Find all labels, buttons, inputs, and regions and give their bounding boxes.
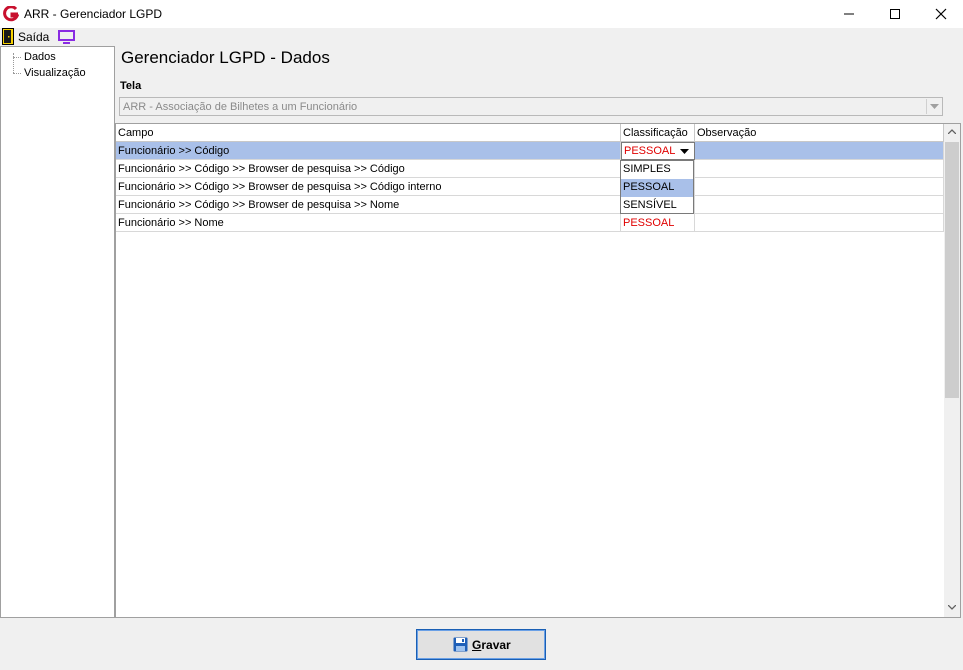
title-bar: ARR - Gerenciador LGPD [0,0,963,28]
save-button-label: Gravar [472,638,511,652]
cell-campo[interactable]: Funcionário >> Código >> Browser de pesq… [116,178,621,196]
save-button-label-rest: ravar [481,638,511,652]
page-title: Gerenciador LGPD - Dados [121,48,330,67]
tree-item-visualizacao[interactable]: Visualização [24,67,86,79]
fields-grid: Campo Classificação Observação Funcionár… [115,123,961,618]
tree-connector [13,73,21,74]
dropdown-option-pessoal[interactable]: PESSOAL [621,179,693,197]
classificacao-dropdown-button[interactable] [676,144,693,159]
tree-connector [13,53,14,73]
cell-campo[interactable]: Funcionário >> Nome [116,214,621,232]
exit-label[interactable]: Saída [18,30,49,44]
minimize-icon [844,13,854,15]
cell-campo[interactable]: Funcionário >> Código >> Browser de pesq… [116,196,621,214]
cell-observacao[interactable] [695,178,944,196]
classificacao-dropdown-list[interactable]: SIMPLES PESSOAL SENSÍVEL [620,160,694,214]
cell-observacao[interactable] [695,214,944,232]
chevron-down-icon [680,149,689,154]
cell-classificacao[interactable]: PESSOAL [621,214,695,232]
grid-header: Campo Classificação Observação [116,124,944,142]
column-header-observacao[interactable]: Observação [695,124,944,142]
cell-observacao[interactable] [695,160,944,178]
cell-observacao[interactable] [695,142,944,160]
maximize-icon [890,9,900,19]
save-button[interactable]: Gravar [416,629,546,660]
tree-connector [13,57,21,58]
table-row[interactable]: Funcionário >> Nome PESSOAL [116,214,944,232]
column-header-classificacao[interactable]: Classificação [621,124,695,142]
chevron-down-icon [948,605,956,610]
minimize-button[interactable] [826,0,872,28]
vertical-scrollbar[interactable] [944,124,960,617]
tree-item-dados[interactable]: Dados [24,51,56,63]
scroll-thumb[interactable] [945,142,959,398]
chevron-up-icon [948,129,956,134]
classificacao-editor-value[interactable]: PESSOAL [624,145,675,157]
cell-observacao[interactable] [695,196,944,214]
dropdown-option-sensivel[interactable]: SENSÍVEL [621,197,693,215]
table-row[interactable]: Funcionário >> Código >> Browser de pesq… [116,178,944,196]
classificacao-editor[interactable]: PESSOAL [621,142,695,160]
cell-campo[interactable]: Funcionário >> Código >> Browser de pesq… [116,160,621,178]
cell-campo[interactable]: Funcionário >> Código [116,142,621,160]
dropdown-option-simples[interactable]: SIMPLES [621,161,693,179]
scroll-up-button[interactable] [944,124,960,141]
chevron-down-icon [930,104,939,109]
column-header-campo[interactable]: Campo [116,124,621,142]
window-title: ARR - Gerenciador LGPD [24,7,163,21]
table-row[interactable]: Funcionário >> Código >> Browser de pesq… [116,160,944,178]
tela-select-value: ARR - Associação de Bilhetes a um Funcio… [123,101,358,113]
table-row[interactable]: Funcionário >> Código >> Browser de pesq… [116,196,944,214]
close-button[interactable] [918,0,963,28]
toolbar: Saída [0,28,963,46]
save-button-mnemonic: G [472,638,482,652]
navigation-tree: Dados Visualização [0,46,115,618]
floppy-disk-icon [453,637,468,652]
app-logo-icon [3,6,19,22]
table-row[interactable]: Funcionário >> Código PESSOAL [116,142,944,160]
tela-select[interactable]: ARR - Associação de Bilhetes a um Funcio… [119,97,943,116]
monitor-icon[interactable] [58,30,75,44]
exit-door-icon[interactable] [2,28,14,45]
tela-select-button[interactable] [926,99,941,114]
scroll-down-button[interactable] [944,600,960,617]
tela-label: Tela [120,80,142,92]
maximize-button[interactable] [872,0,918,28]
close-icon [935,8,947,20]
